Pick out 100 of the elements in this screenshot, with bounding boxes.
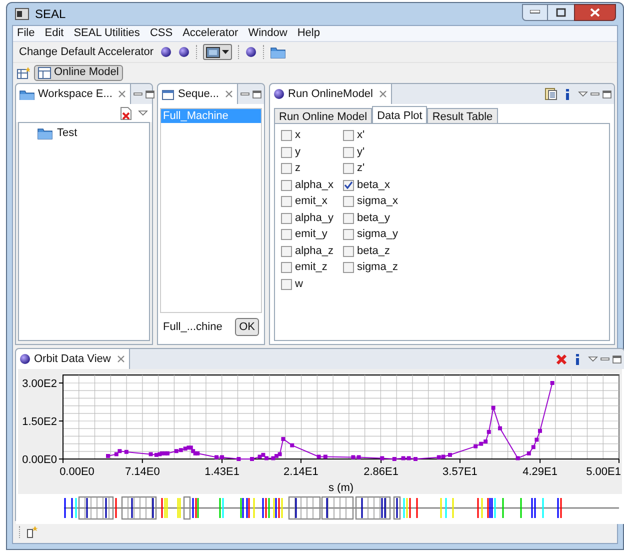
tree-item[interactable]: Test xyxy=(37,125,149,141)
tab[interactable]: Data Plot xyxy=(372,106,428,124)
view-tab[interactable]: Workspace E... xyxy=(16,84,132,104)
sphere-icon xyxy=(19,353,31,365)
view-menu-icon[interactable] xyxy=(588,356,598,362)
checkbox-label: emit_z xyxy=(295,260,328,276)
menu-item[interactable]: Help xyxy=(297,25,320,42)
sphere-icon[interactable] xyxy=(178,46,190,58)
perspective-button[interactable]: Online Model xyxy=(34,64,123,80)
x-tick-label: 1.43E1 xyxy=(204,466,240,478)
close-icon[interactable] xyxy=(224,89,234,99)
checkbox[interactable] xyxy=(343,163,354,174)
y-tick-label: 0.00E0 xyxy=(22,454,57,466)
x-tick-label: 5.00E1 xyxy=(586,466,621,478)
checkbox-label: y' xyxy=(357,144,365,160)
maximize-icon xyxy=(556,8,566,16)
checkbox[interactable] xyxy=(281,130,292,141)
checkbox-label: beta_z xyxy=(357,244,390,259)
tab[interactable]: Run Online Model xyxy=(274,108,372,124)
minimize-icon[interactable] xyxy=(133,90,144,98)
maximize-button[interactable] xyxy=(548,4,574,20)
data-point xyxy=(392,457,396,461)
checkbox-label: emit_x xyxy=(295,194,328,210)
checkbox[interactable] xyxy=(281,212,292,224)
menu-item[interactable]: Edit xyxy=(44,25,64,42)
minimize-button[interactable] xyxy=(522,4,548,20)
data-point xyxy=(380,456,384,460)
data-point xyxy=(250,457,254,461)
monitor-icon xyxy=(206,46,220,58)
checkbox[interactable] xyxy=(343,246,354,256)
view-title: Run OnlineModel xyxy=(288,86,373,102)
delete-icon[interactable] xyxy=(556,354,567,364)
checkbox[interactable] xyxy=(281,229,292,240)
checkbox-label: beta_x xyxy=(357,178,390,193)
checkbox[interactable] xyxy=(281,196,292,207)
open-perspective-icon[interactable] xyxy=(17,66,30,78)
checkbox[interactable] xyxy=(343,180,354,190)
close-icon[interactable] xyxy=(378,89,388,99)
checkbox[interactable] xyxy=(343,196,354,207)
data-point xyxy=(448,452,452,457)
checkbox[interactable] xyxy=(343,229,354,240)
maximize-icon[interactable] xyxy=(145,90,156,98)
info-icon[interactable] xyxy=(565,88,570,100)
checkbox[interactable] xyxy=(281,163,292,174)
checkbox[interactable] xyxy=(281,180,292,190)
minimize-icon[interactable] xyxy=(600,354,610,364)
window-title: SEAL xyxy=(35,6,66,23)
checkbox[interactable] xyxy=(343,212,354,224)
view-tab[interactable]: Run OnlineModel xyxy=(270,84,392,104)
data-point xyxy=(281,437,286,441)
checkbox[interactable] xyxy=(281,262,292,273)
minimize-icon xyxy=(530,10,540,14)
sphere-icon[interactable] xyxy=(160,46,172,58)
maximize-icon[interactable] xyxy=(252,90,262,98)
app-icon xyxy=(15,8,29,20)
sequence-label: Full_...chine xyxy=(163,320,222,335)
ok-button[interactable]: OK xyxy=(235,318,259,336)
view-menu-icon[interactable] xyxy=(138,110,148,116)
checkbox[interactable] xyxy=(281,146,292,158)
maximize-icon[interactable] xyxy=(602,90,612,98)
data-point xyxy=(486,430,491,434)
checkbox[interactable] xyxy=(343,130,354,141)
checkbox[interactable] xyxy=(281,246,292,256)
checkbox[interactable] xyxy=(343,146,354,158)
data-point xyxy=(124,450,128,454)
folder-icon[interactable] xyxy=(270,45,286,59)
delete-icon[interactable] xyxy=(120,106,132,120)
maximize-icon[interactable] xyxy=(612,354,622,364)
minimize-icon[interactable] xyxy=(590,90,600,98)
menu-item[interactable]: SEAL Utilities xyxy=(74,25,140,42)
tab[interactable]: Result Table xyxy=(427,108,498,124)
menu-item[interactable]: Window xyxy=(248,25,288,42)
checkbox[interactable] xyxy=(343,262,354,273)
fast-view-icon[interactable] xyxy=(26,526,38,538)
data-point xyxy=(106,454,110,458)
checkbox-label: y xyxy=(295,144,300,160)
data-point xyxy=(538,428,542,433)
checkbox[interactable] xyxy=(281,278,292,290)
close-button[interactable] xyxy=(574,4,616,20)
checkbox-label: beta_y xyxy=(357,210,390,226)
toolbar-label: Change Default Accelerator xyxy=(19,44,154,60)
view-menu-icon[interactable] xyxy=(578,91,588,97)
monitor-dropdown[interactable] xyxy=(202,44,232,60)
folder-icon xyxy=(19,88,35,100)
x-tick-label: 0.00E0 xyxy=(60,466,94,478)
menu-item[interactable]: CSS xyxy=(150,25,173,42)
menu-item[interactable]: Accelerator xyxy=(182,25,238,42)
checkbox-label: z xyxy=(295,161,300,176)
close-icon[interactable] xyxy=(116,354,126,364)
minimize-icon[interactable] xyxy=(240,90,250,98)
view-tab[interactable]: Seque... xyxy=(158,84,238,104)
view-tab[interactable]: Orbit Data View xyxy=(16,349,130,369)
menu-item[interactable]: File xyxy=(17,25,35,42)
document-icon[interactable] xyxy=(545,88,557,100)
close-icon[interactable] xyxy=(117,89,128,99)
sphere-icon xyxy=(273,88,285,100)
data-point xyxy=(323,454,328,459)
data-point xyxy=(236,457,241,461)
sphere-icon[interactable] xyxy=(244,46,257,58)
info-icon[interactable] xyxy=(575,354,580,364)
